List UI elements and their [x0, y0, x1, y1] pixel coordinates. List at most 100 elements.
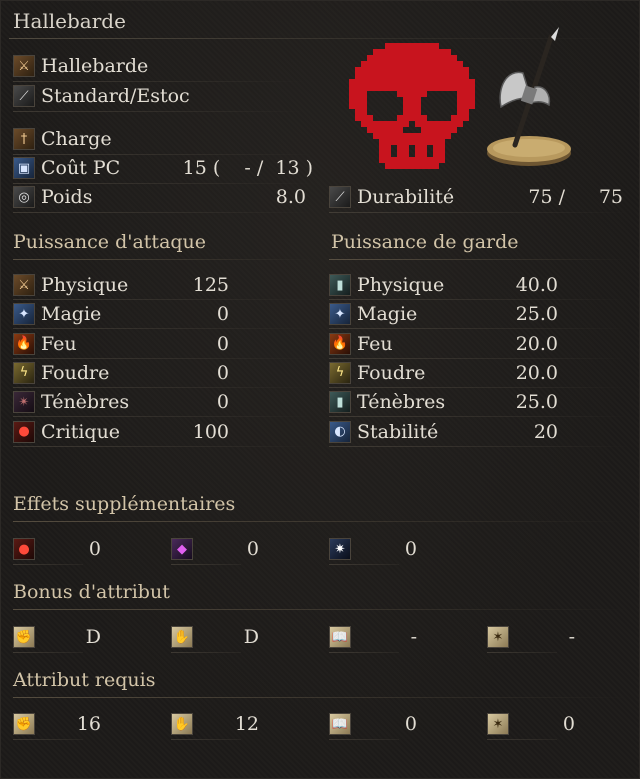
- guard-heading: Puissance de garde: [331, 231, 519, 253]
- requirement-value: 0: [404, 713, 417, 735]
- requirement-item: ✊ 16: [13, 711, 101, 737]
- requirement-item: 📖 0: [329, 711, 417, 737]
- attack-label: Ténèbres: [41, 391, 130, 414]
- divider: [329, 445, 629, 447]
- guard-row: ◐ Stabilité 20: [329, 419, 558, 445]
- attack-value: 0: [216, 361, 229, 384]
- weight-label: Poids: [41, 186, 93, 208]
- attack-value: 0: [216, 303, 229, 326]
- divider: [171, 652, 241, 653]
- divider: [329, 259, 629, 260]
- requirement-value: 12: [234, 713, 259, 735]
- divider: [13, 697, 628, 698]
- guard-row: ϟ Foudre 20.0: [329, 360, 558, 386]
- dexterity-icon: ✋: [171, 626, 193, 648]
- guard-row: ▮ Physique 40.0: [329, 272, 558, 298]
- divider: [13, 652, 83, 653]
- durability-max: 75: [598, 186, 623, 208]
- dexterity-icon: ✋: [171, 713, 193, 735]
- durability-label: Durabilité: [357, 186, 455, 208]
- attack-value: 0: [216, 391, 229, 414]
- effect-value: 0: [88, 538, 101, 560]
- guard-label: Ténèbres: [357, 391, 446, 414]
- skill-icon: †: [13, 128, 35, 150]
- effect-item: ● 0: [13, 536, 101, 562]
- durability-current: 75 /: [528, 186, 565, 208]
- scaling-value: -: [568, 626, 575, 648]
- divider: [329, 386, 629, 388]
- attack-type-label: Standard/Estoc: [41, 85, 190, 107]
- skill-row: † Charge: [13, 126, 112, 152]
- requirement-value: 16: [76, 713, 101, 735]
- requirement-item: ✋ 12: [171, 711, 259, 737]
- guard-label: Stabilité: [357, 420, 439, 443]
- scaling-value: D: [243, 626, 259, 648]
- attack-row: ● Critique 100: [13, 419, 229, 445]
- attack-label: Critique: [41, 420, 121, 443]
- skill-label: Charge: [41, 128, 112, 150]
- scaling-item: ✶ -: [487, 624, 575, 650]
- attack-row: ϟ Foudre 0: [13, 360, 229, 386]
- attack-type-icon: ⟋: [13, 85, 35, 107]
- attack-row: ✴ Ténèbres 0: [13, 389, 229, 415]
- dark-icon: ✴: [13, 391, 35, 414]
- attack-row: ⚔ Physique 125: [13, 272, 229, 298]
- strength-icon: ✊: [13, 713, 35, 735]
- guard-value: 20.0: [515, 361, 558, 384]
- guard-label: Magie: [357, 303, 418, 326]
- guard-value: 40.0: [515, 274, 558, 296]
- divider: [13, 609, 628, 610]
- weapon-type-icon: ⚔: [13, 55, 35, 77]
- attack-row: ✦ Magie 0: [13, 301, 229, 327]
- durability-row: ⟋ Durabilité 75 / 75: [329, 184, 623, 210]
- intelligence-icon: 📖: [329, 626, 351, 648]
- scaling-value: -: [410, 626, 417, 648]
- divider: [13, 259, 313, 260]
- faith-icon: ✶: [487, 713, 509, 735]
- fp-icon: ▣: [13, 157, 35, 179]
- divider: [329, 416, 629, 418]
- shield-fire-icon: 🔥: [329, 332, 351, 355]
- shield-physical-icon: ▮: [329, 274, 351, 296]
- intelligence-icon: 📖: [329, 713, 351, 735]
- fire-icon: 🔥: [13, 332, 35, 355]
- halberd-icon: [487, 27, 571, 166]
- divider: [329, 652, 399, 653]
- guard-row: ✦ Magie 25.0: [329, 301, 558, 327]
- faith-icon: ✶: [487, 626, 509, 648]
- scaling-value: D: [85, 626, 101, 648]
- guard-row: ▮ Ténèbres 25.0: [329, 389, 558, 415]
- weapon-stats-panel: Hallebarde ⚔ Hallebarde ⟋ Standard/Estoc…: [0, 0, 640, 779]
- divider: [13, 521, 628, 522]
- divider: [329, 328, 629, 330]
- poison-icon: ◆: [171, 538, 193, 560]
- scaling-heading: Bonus d'attribut: [13, 581, 170, 603]
- requirements-heading: Attribut requis: [13, 669, 156, 691]
- guard-label: Feu: [357, 332, 393, 355]
- guard-label: Foudre: [357, 361, 426, 384]
- sword-icon: ⚔: [13, 274, 35, 296]
- guard-value: 25.0: [515, 391, 558, 414]
- guard-row: 🔥 Feu 20.0: [329, 331, 558, 357]
- critical-icon: ●: [13, 420, 35, 443]
- fp-label: Coût PC: [41, 157, 121, 179]
- frost-icon: ✷: [329, 538, 351, 560]
- scaling-item: 📖 -: [329, 624, 417, 650]
- divider: [171, 564, 241, 565]
- divider: [13, 564, 83, 565]
- guard-value: 20.0: [515, 332, 558, 355]
- attack-value: 100: [192, 420, 229, 443]
- attack-label: Foudre: [41, 361, 110, 384]
- shield-magic-icon: ✦: [329, 303, 351, 326]
- attack-heading: Puissance d'attaque: [13, 231, 207, 253]
- divider: [13, 111, 303, 112]
- divider: [13, 328, 313, 330]
- attack-label: Feu: [41, 332, 77, 355]
- attack-type-row: ⟋ Standard/Estoc: [13, 83, 190, 109]
- fp-cost-row: ▣ Coût PC 15 ( - / 13 ): [13, 155, 313, 181]
- divider: [13, 386, 313, 388]
- weapon-type-label: Hallebarde: [41, 55, 149, 77]
- divider: [171, 739, 241, 740]
- scaling-item: ✋ D: [171, 624, 259, 650]
- divider: [329, 212, 629, 213]
